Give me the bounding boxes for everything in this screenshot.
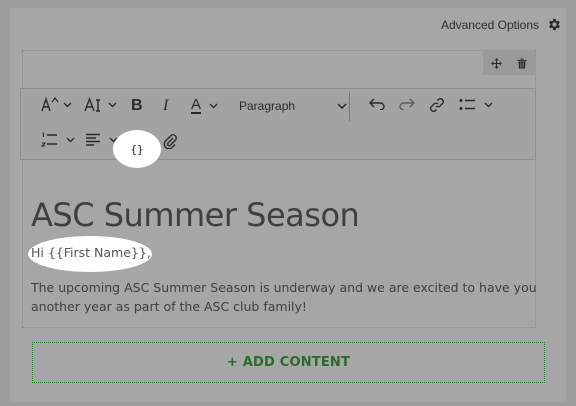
link-button[interactable] <box>429 97 445 113</box>
font-color-icon: A <box>191 96 202 114</box>
merge-tag-button[interactable]: {} <box>113 130 161 168</box>
add-content-label: + ADD CONTENT <box>226 355 351 370</box>
font-color-dropdown[interactable]: A <box>191 97 218 114</box>
italic-button[interactable]: I <box>163 97 168 115</box>
chevron-down-icon <box>484 102 493 107</box>
redo-icon <box>399 98 415 110</box>
chevron-down-icon <box>209 103 218 108</box>
bold-button[interactable]: B <box>131 97 143 115</box>
body-paragraph: The upcoming ASC Summer Season is underw… <box>31 280 537 314</box>
undo-icon <box>369 98 385 110</box>
rich-text-toolbar: B I A Paragraph <box>20 88 536 160</box>
trash-icon <box>517 58 527 68</box>
paragraph-select-value: Paragraph <box>239 99 296 113</box>
chevron-down-icon <box>66 137 75 142</box>
greeting-text: Hi {{First Name}}, <box>31 245 151 260</box>
advanced-options-button[interactable]: Advanced Options <box>441 17 562 32</box>
block-actions <box>483 51 535 75</box>
add-content-button[interactable]: + ADD CONTENT <box>32 342 545 383</box>
paragraph-select[interactable]: Paragraph <box>239 99 347 113</box>
chevron-down-icon <box>337 103 347 109</box>
attachment-button[interactable] <box>163 133 177 149</box>
font-size-icon <box>41 97 59 112</box>
undo-button[interactable] <box>369 98 385 110</box>
font-size-dropdown[interactable] <box>41 97 72 113</box>
move-button[interactable] <box>483 51 509 75</box>
chevron-down-icon <box>63 102 72 108</box>
bullet-list-icon <box>459 99 475 110</box>
toolbar-divider <box>349 92 350 121</box>
italic-icon: I <box>163 97 169 114</box>
link-icon <box>430 98 444 112</box>
advanced-options-label: Advanced Options <box>440 17 539 32</box>
align-icon <box>86 133 100 146</box>
text-size-icon <box>84 97 100 112</box>
delete-button[interactable] <box>509 51 535 75</box>
move-icon <box>490 57 502 69</box>
email-heading: ASC Summer Season <box>31 196 360 234</box>
bold-icon: B <box>131 97 143 114</box>
redo-button[interactable] <box>399 98 415 110</box>
chevron-down-icon <box>108 102 117 108</box>
gear-icon[interactable] <box>547 17 562 32</box>
text-size-dropdown[interactable] <box>84 97 117 113</box>
merge-tag-icon: {} <box>130 142 144 156</box>
bullet-list-dropdown[interactable] <box>459 98 493 111</box>
attachment-icon <box>163 134 177 149</box>
numbered-list-dropdown[interactable] <box>41 132 75 147</box>
numbered-list-icon <box>41 132 57 147</box>
